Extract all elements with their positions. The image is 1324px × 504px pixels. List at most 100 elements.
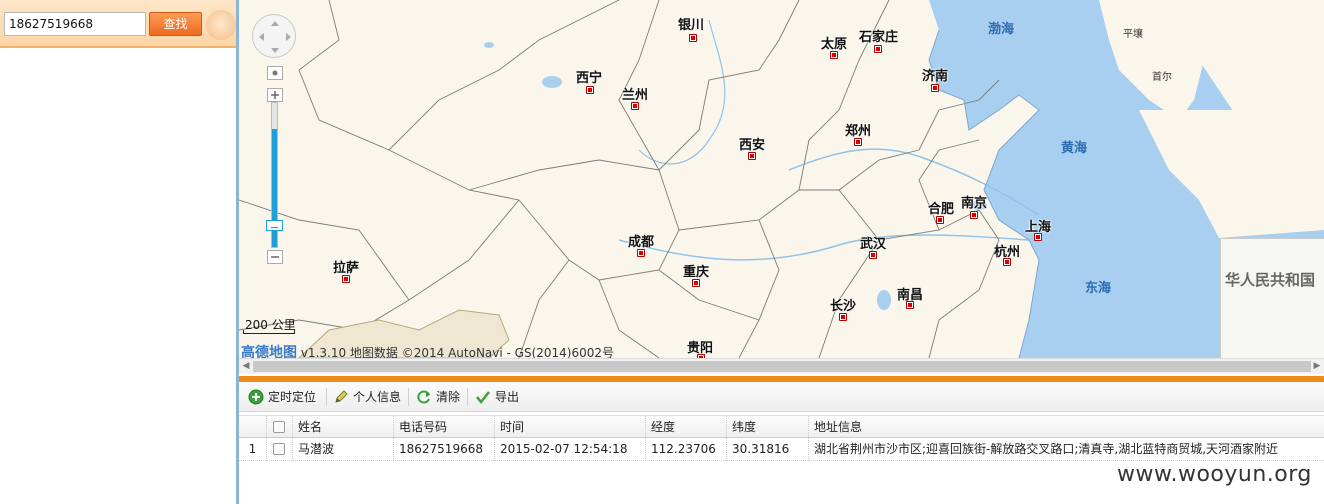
city-label-lanzhou: 兰州 xyxy=(622,88,649,103)
city-marker-hangzhou[interactable] xyxy=(1003,258,1011,266)
cell-longitude: 112.23706 xyxy=(646,438,727,461)
city-label-nanjing: 南京 xyxy=(961,196,988,211)
toolbar-separator xyxy=(408,388,409,406)
cell-latitude: 30.31816 xyxy=(727,438,809,461)
pencil-icon xyxy=(335,390,348,403)
search-button[interactable]: 查找 xyxy=(149,12,202,36)
cell-time: 2015-02-07 12:54:18 xyxy=(495,438,646,461)
sea-label-bohai: 渤海 xyxy=(988,22,1015,37)
add-location-icon xyxy=(248,389,264,405)
inset-country-label: 华人民共和国 xyxy=(1225,271,1316,289)
city-label-yinchuan: 银川 xyxy=(678,18,705,33)
grid-header-row: 姓名 电话号码 时间 经度 纬度 地址信息 xyxy=(239,415,1324,439)
scroll-left-icon[interactable]: ◀ xyxy=(241,361,251,372)
refresh-icon xyxy=(417,390,430,404)
city-marker-yinchuan[interactable] xyxy=(689,34,697,42)
cell-address: 湖北省荆州市沙市区;迎喜回族街-解放路交叉路口;清真寺,湖北蓝特商贸城,天河酒家… xyxy=(814,442,1279,456)
city-marker-taiyuan[interactable] xyxy=(830,51,838,59)
header-index-cell xyxy=(239,416,267,439)
city-marker-xining[interactable] xyxy=(586,86,594,94)
app-root: 查找 xyxy=(0,0,1324,504)
search-bar: 查找 xyxy=(0,0,236,48)
checkmark-icon xyxy=(476,391,490,405)
timed-locate-label: 定时定位 xyxy=(268,390,317,404)
city-marker-chongqing[interactable] xyxy=(692,279,700,287)
left-panel: 查找 xyxy=(0,0,236,504)
cell-phone: 18627519668 xyxy=(394,438,495,461)
column-header-address[interactable]: 地址信息 xyxy=(809,416,1324,439)
sea-label-huanghai: 黄海 xyxy=(1061,141,1088,156)
minus-icon xyxy=(271,256,279,258)
personal-info-label: 个人信息 xyxy=(353,390,402,404)
loading-indicator xyxy=(206,10,236,40)
header-checkbox-cell xyxy=(267,416,293,439)
location-grid: 姓名 电话号码 时间 经度 纬度 地址信息 1 马潜波 18627519668 … xyxy=(239,413,1324,504)
map-horizontal-scrollbar[interactable]: ◀ ▶ xyxy=(239,358,1324,374)
city-marker-nanchang[interactable] xyxy=(906,301,914,309)
city-marker-wuhan[interactable] xyxy=(869,251,877,259)
scroll-right-icon[interactable]: ▶ xyxy=(1312,361,1322,372)
pan-control[interactable] xyxy=(252,14,296,58)
clear-label: 清除 xyxy=(436,390,461,404)
city-marker-shijiazhuang[interactable] xyxy=(874,45,882,53)
select-all-checkbox[interactable] xyxy=(273,421,285,433)
column-header-name[interactable]: 姓名 xyxy=(293,416,394,439)
city-marker-lanzhou[interactable] xyxy=(631,102,639,110)
city-label-lhasa: 拉萨 xyxy=(333,261,360,276)
toolbar-separator xyxy=(467,388,468,406)
city-label-changsha: 长沙 xyxy=(830,299,857,314)
watermark: www.wooyun.org xyxy=(1117,462,1312,487)
city-marker-hefei[interactable] xyxy=(936,216,944,224)
zoom-in-button[interactable] xyxy=(267,88,283,102)
scale-bar xyxy=(243,330,295,334)
row-index: 1 xyxy=(239,438,267,461)
zoom-reset-button[interactable] xyxy=(267,66,283,80)
column-header-longitude[interactable]: 经度 xyxy=(646,416,727,439)
city-marker-lhasa[interactable] xyxy=(342,275,350,283)
city-marker-shanghai[interactable] xyxy=(1034,233,1042,241)
pan-arrows-icon xyxy=(259,21,291,53)
map-inset: 华人民共和国 xyxy=(1220,238,1324,358)
city-label-jinan: 济南 xyxy=(922,69,949,84)
personal-info-button[interactable]: 个人信息 xyxy=(333,387,405,407)
map-base-layer xyxy=(239,0,1324,358)
city-label-shijiazhuang: 石家庄 xyxy=(859,30,899,45)
timed-locate-button[interactable]: 定时定位 xyxy=(248,387,324,407)
toolbar-separator xyxy=(326,388,327,406)
amap-logo[interactable]: 高德地图 xyxy=(241,345,297,358)
plus-icon xyxy=(271,91,279,99)
phone-search-input[interactable] xyxy=(4,12,146,36)
map-attribution: 高德地图 v1.3.10 地图数据 ©2014 AutoNavi - GS(20… xyxy=(241,342,614,358)
city-label-chengdu: 成都 xyxy=(628,235,655,250)
map-view[interactable]: 银川 太原 石家庄 西宁 兰州 济南 西安 郑州 合肥 南京 上海 成都 武汉 … xyxy=(239,0,1324,358)
city-label-xian: 西安 xyxy=(739,138,766,153)
zoom-out-button[interactable] xyxy=(267,250,283,264)
city-marker-chengdu[interactable] xyxy=(637,249,645,257)
city-label-hefei: 合肥 xyxy=(928,202,955,217)
city-marker-xian[interactable] xyxy=(748,152,756,160)
city-label-seoul: 首尔 xyxy=(1152,72,1172,83)
row-checkbox[interactable] xyxy=(273,443,285,455)
zoom-slider-handle[interactable] xyxy=(266,220,283,231)
city-marker-jinan[interactable] xyxy=(931,84,939,92)
column-header-phone[interactable]: 电话号码 xyxy=(394,416,495,439)
city-label-taiyuan: 太原 xyxy=(821,37,848,52)
scrollbar-thumb[interactable] xyxy=(253,361,1311,372)
city-label-xining: 西宁 xyxy=(576,71,603,86)
city-marker-changsha[interactable] xyxy=(839,313,847,321)
city-marker-nanjing[interactable] xyxy=(970,211,978,219)
dot-icon xyxy=(272,70,278,76)
row-checkbox-cell xyxy=(267,438,293,461)
column-header-time[interactable]: 时间 xyxy=(495,416,646,439)
city-marker-zhengzhou[interactable] xyxy=(854,138,862,146)
column-header-latitude[interactable]: 纬度 xyxy=(727,416,809,439)
city-label-pyongyang: 平壤 xyxy=(1123,29,1143,40)
handle-grip-icon xyxy=(271,226,278,229)
clear-button[interactable]: 清除 xyxy=(416,387,464,407)
sea-label-donghai: 东海 xyxy=(1085,281,1112,296)
table-row[interactable]: 1 马潜波 18627519668 2015-02-07 12:54:18 11… xyxy=(239,438,1324,461)
export-button[interactable]: 导出 xyxy=(475,387,523,407)
cell-name: 马潜波 xyxy=(293,438,394,461)
map-copyright: v1.3.10 地图数据 ©2014 AutoNavi - GS(2014)60… xyxy=(300,346,615,358)
city-label-wuhan: 武汉 xyxy=(860,237,887,252)
